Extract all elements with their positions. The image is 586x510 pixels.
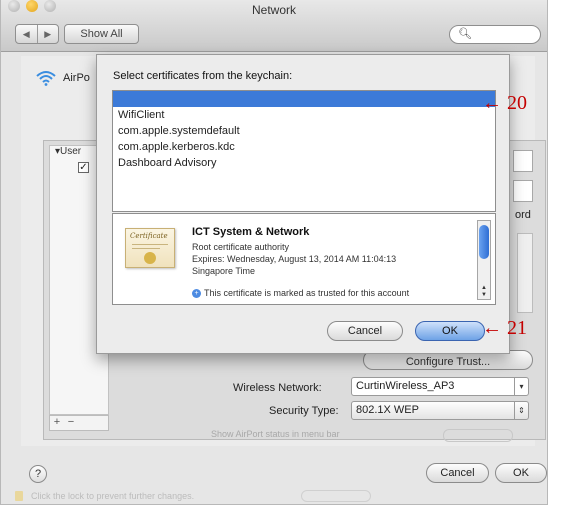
forward-arrow-icon[interactable]: ▶: [36, 25, 59, 43]
certificate-list-item[interactable]: com.apple.kerberos.kdc: [113, 139, 495, 155]
ok-button[interactable]: OK: [495, 463, 547, 483]
airport-label: AirPo: [63, 72, 90, 84]
magnifier-icon: 🔍︎: [458, 28, 472, 40]
title-bar: Network ◀ ▶ Show All 🔍︎: [1, 0, 547, 52]
sheet-cancel-button[interactable]: Cancel: [327, 321, 403, 341]
certificate-list-item[interactable]: com.apple.systemdefault: [113, 123, 495, 139]
certificate-trust-text: This certificate is marked as trusted fo…: [204, 288, 410, 298]
certificate-expires: Expires: Wednesday, August 13, 2014 AM 1…: [192, 254, 397, 264]
security-type-select[interactable]: 802.1X WEP ⇕: [351, 401, 529, 420]
certificate-trust: + This certificate is marked as trusted …: [192, 288, 409, 298]
window-title: Network: [251, 3, 296, 17]
info-icon: +: [192, 288, 201, 298]
certificate-script: Certificate: [130, 232, 168, 240]
settings-scrollbar[interactable]: [517, 233, 533, 313]
certificate-seal-icon: [144, 252, 156, 264]
certificate-list[interactable]: WifiClient com.apple.systemdefault com.app…: [112, 90, 496, 212]
username-field[interactable]: [513, 150, 533, 172]
wireless-network-label: Wireless Network:: [233, 382, 322, 394]
certificate-type: Root certificate authority: [192, 242, 290, 252]
cancel-button[interactable]: Cancel: [426, 463, 489, 483]
menu-bar-status-option[interactable]: Show AirPort status in menu bar: [211, 429, 340, 439]
show-all-button[interactable]: Show All: [64, 24, 139, 44]
callout-list: ← 20: [482, 92, 527, 114]
lock-strip: Click the lock to prevent further change…: [1, 490, 547, 504]
nav-back-forward: ◀ ▶: [15, 24, 59, 44]
sheet-ok-button[interactable]: OK: [415, 321, 485, 341]
wireless-network-value: CurtinWireless_AP3: [356, 380, 455, 392]
dropdown-arrow-icon: ▾: [514, 378, 528, 395]
remove-profile-button[interactable]: −: [64, 416, 78, 428]
advanced-button-faint[interactable]: [443, 429, 513, 442]
certificate-chooser-sheet: Select certificates from the keychain: W…: [96, 54, 510, 354]
wireless-network-select[interactable]: CurtinWireless_AP3 ▾: [351, 377, 529, 396]
security-type-value: 802.1X WEP: [356, 404, 419, 416]
lock-icon[interactable]: [15, 491, 23, 501]
add-remove-bar: + −: [49, 415, 109, 431]
profile-checkbox[interactable]: ✓: [78, 162, 89, 173]
certificate-icon: Certificate: [125, 228, 175, 268]
security-type-label: Security Type:: [269, 405, 339, 417]
password-field[interactable]: [513, 180, 533, 202]
certificate-list-item[interactable]: WifiClient: [113, 107, 495, 123]
certificate-list-item[interactable]: Dashboard Advisory: [113, 155, 495, 171]
help-button[interactable]: ?: [29, 465, 47, 483]
back-arrow-icon[interactable]: ◀: [16, 25, 37, 43]
sheet-title: Select certificates from the keychain:: [113, 70, 293, 82]
stepper-arrows-icon: ⇕: [514, 402, 528, 419]
certificate-detail: Certificate ICT System & Network Root ce…: [112, 213, 496, 305]
certificate-timezone: Singapore Time: [192, 266, 256, 276]
airport-header: AirPo: [35, 70, 90, 86]
certificate-name: ICT System & Network: [192, 226, 310, 238]
search-field[interactable]: 🔍︎: [449, 25, 541, 44]
faint-status-row: Show AirPort status in menu bar: [171, 429, 521, 443]
scroll-arrows-icon[interactable]: ▲ ▼: [478, 285, 490, 299]
wifi-icon: [36, 71, 56, 86]
add-profile-button[interactable]: +: [50, 416, 64, 428]
certificate-list-item[interactable]: [113, 91, 495, 107]
lock-hint-text: Click the lock to prevent further change…: [31, 491, 195, 501]
callout-ok: ← 21: [482, 317, 527, 339]
assist-button-faint[interactable]: [301, 490, 371, 502]
scroll-thumb[interactable]: [479, 225, 489, 259]
password-label-fragment: ord: [515, 209, 531, 221]
detail-scrollbar[interactable]: ▲ ▼: [477, 220, 491, 300]
user-group-label: ▾User: [55, 146, 82, 157]
